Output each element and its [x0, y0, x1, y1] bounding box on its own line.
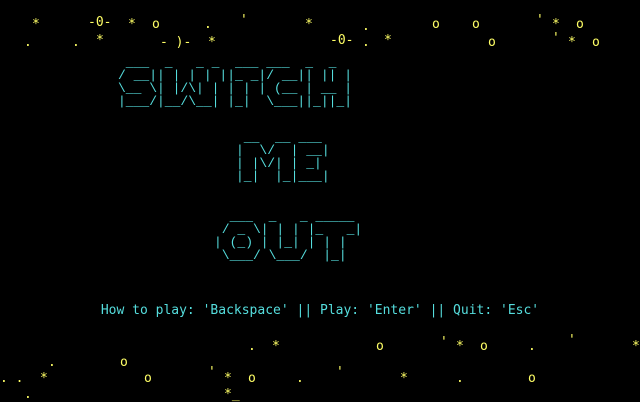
star: -0- [330, 33, 354, 48]
star: o [144, 371, 152, 386]
star: o [472, 17, 480, 32]
star: o [248, 371, 256, 386]
star: * [128, 17, 136, 32]
star: ' [208, 365, 216, 380]
star: * [568, 35, 576, 50]
star: -0- [88, 15, 112, 30]
star: . [24, 387, 32, 402]
star: o [488, 35, 496, 50]
star: o [592, 35, 600, 50]
star: ' [568, 333, 576, 348]
star: ' [552, 31, 560, 46]
star: - )- [160, 35, 192, 50]
star: . [362, 35, 370, 50]
star: o [120, 355, 128, 370]
star: ' [440, 335, 448, 350]
star: * [384, 33, 392, 48]
star: . [296, 371, 304, 386]
star: o [432, 17, 440, 32]
star: o [152, 17, 160, 32]
controls-instructions: How to play: 'Backspace' || Play: 'Enter… [100, 303, 540, 318]
star: . [48, 355, 56, 370]
star: * [40, 371, 48, 386]
star: . [72, 35, 80, 50]
star: ' [536, 13, 544, 28]
star: ' [336, 365, 344, 380]
star: . [362, 19, 370, 34]
star: . [204, 17, 212, 32]
star: * [400, 371, 408, 386]
star: * [32, 17, 40, 32]
star: *_ [224, 387, 240, 402]
game-screen: * -0- * o. ' *. o o ' * o.. * - )- * -0-. * o ' * o. * o ' * o. '… [0, 0, 640, 402]
star: . [248, 339, 256, 354]
title-out: ___ _ _ _____ / _ \| | | |_ _| | (_) | |… [214, 209, 363, 263]
star: ' [240, 13, 248, 28]
title-switch: ___ _ _ _ ___ ___ _ _ / __|| | | | ||_ _… [118, 55, 353, 109]
star: * [272, 339, 280, 354]
star: * [305, 17, 313, 32]
star: o [576, 17, 584, 32]
title-me: __ __ ___ | \/ | __| | |\/| | _| |_| |_|… [236, 130, 330, 184]
star: o [528, 371, 536, 386]
star: o [376, 339, 384, 354]
star: . . [0, 371, 24, 386]
star: * [456, 339, 464, 354]
star: o [480, 339, 488, 354]
star: . [528, 339, 536, 354]
star: * [208, 35, 216, 50]
star: . [456, 371, 464, 386]
star: . [24, 35, 32, 50]
star: * [96, 33, 104, 48]
star: * [552, 17, 560, 32]
star: * [632, 339, 640, 354]
star: * [224, 371, 232, 386]
